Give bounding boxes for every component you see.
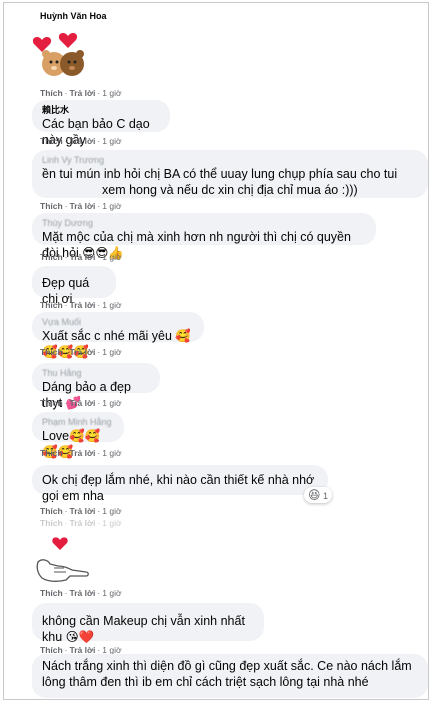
comment-bubble: 賴比水 Các bạn bảo C dạo này gầy	[32, 100, 170, 147]
reply-link[interactable]: Trả lời	[70, 252, 96, 262]
like-link[interactable]: Thích	[40, 518, 63, 528]
like-link[interactable]: Thích	[40, 88, 63, 98]
comment-time: 1 giờ	[102, 252, 122, 262]
comment-bubble: Vựa Muối Xuất sắc c nhé mãi yêu 🥰🥰🥰🥰	[32, 312, 204, 359]
reaction-count: 1	[323, 491, 329, 501]
comment-text: ền tui mún inb hỏi chị BA có thể uuay lu…	[42, 167, 398, 197]
comment-actions: Thích · Trả lời · 1 giờ	[40, 88, 122, 98]
comment-time: 1 giờ	[102, 588, 122, 598]
comment-actions: Thích · Trả lời · 1 giờ	[40, 448, 122, 458]
reply-link[interactable]: Trả lời	[70, 88, 96, 98]
reply-link[interactable]: Trả lời	[70, 518, 96, 528]
comment-bubble: Nách trắng xinh thì diện đồ gì cũng đẹp …	[32, 654, 428, 698]
like-link[interactable]: Thích	[40, 398, 63, 408]
bear-love-sticker	[32, 26, 94, 84]
comment-bubble: Đẹp quá chị ơi	[32, 266, 116, 306]
heart-hand-sticker	[32, 534, 94, 584]
comment-time: 1 giờ	[102, 398, 122, 408]
like-link[interactable]: Thích	[40, 252, 63, 262]
comment-time: 1 giờ	[102, 201, 122, 211]
comment-time: 1 giờ	[102, 506, 122, 516]
reply-link[interactable]: Trả lời	[70, 506, 96, 516]
like-link[interactable]: Thích	[40, 347, 63, 357]
comment-bubble: Ok chị đẹp lắm nhé, khi nào cần thiết kế…	[32, 465, 328, 503]
comment-text: không cần Makeup chị vẫn xinh nhất khu 😘…	[42, 614, 245, 644]
comment-time: 1 giờ	[102, 300, 122, 310]
comment-bubble: Phạm Minh Hằng Love🥰🥰🥰🥰	[32, 412, 124, 459]
like-link[interactable]: Thích	[40, 300, 63, 310]
reply-link[interactable]: Trả lời	[70, 347, 96, 357]
comment-bubble: Linh Vy Trương ền tui mún inb hỏi chị BA…	[32, 150, 428, 198]
comment-actions: Thích · Trả lời · 1 giờ	[40, 252, 122, 262]
reply-link[interactable]: Trả lời	[70, 398, 96, 408]
comment-author[interactable]: Thu Hằng	[42, 368, 150, 379]
comment-actions: Thích · Trả lời · 1 giờ	[40, 518, 122, 528]
comment-actions: Thích · Trả lời · 1 giờ	[40, 201, 122, 211]
comment-author[interactable]: Huỳnh Văn Hoa	[40, 11, 107, 22]
like-link[interactable]: Thích	[40, 588, 63, 598]
comment-text: Nách trắng xinh thì diện đồ gì cũng đẹp …	[42, 659, 412, 689]
comment-author[interactable]: 賴比水	[42, 105, 160, 116]
reply-link[interactable]: Trả lời	[70, 201, 96, 211]
comment-time: 1 giờ	[102, 88, 122, 98]
reaction-count-badge[interactable]: 😆 1	[304, 487, 333, 503]
haha-reaction-icon: 😆	[308, 488, 321, 502]
comment-actions: Thích · Trả lời · 1 giờ	[40, 300, 122, 310]
comment-time: 1 giờ	[102, 518, 122, 528]
comment-time: 1 giờ	[102, 448, 122, 458]
reply-link[interactable]: Trả lời	[70, 136, 96, 146]
reply-link[interactable]: Trả lời	[70, 448, 96, 458]
comment-bubble: không cần Makeup chị vẫn xinh nhất khu 😘…	[32, 603, 264, 644]
comment-actions: Thích · Trả lời · 1 giờ	[40, 136, 122, 146]
comment-author[interactable]: Phạm Minh Hằng	[42, 417, 114, 428]
comment-time: 1 giờ	[102, 347, 122, 357]
like-link[interactable]: Thích	[40, 136, 63, 146]
comment-bubble: Thu Hằng Dáng bảo a đẹp thyt 💕	[32, 363, 160, 410]
reply-link[interactable]: Trả lời	[70, 300, 96, 310]
like-link[interactable]: Thích	[40, 201, 63, 211]
like-link[interactable]: Thích	[40, 506, 63, 516]
comment-time: 1 giờ	[102, 136, 122, 146]
comment-text: Ok chị đẹp lắm nhé, khi nào cần thiết kế…	[42, 473, 315, 503]
comment-author[interactable]: Linh Vy Trương	[42, 155, 418, 166]
comment-bubble: Thùy Dương Mặt mộc của chị mà xinh hơn n…	[32, 213, 376, 260]
reply-link[interactable]: Trả lời	[70, 588, 96, 598]
comment-author[interactable]: Thùy Dương	[42, 218, 366, 229]
comment-actions: Thích · Trả lời · 1 giờ	[40, 347, 122, 357]
comment-actions: Thích · Trả lời · 1 giờ	[40, 588, 122, 598]
comment-actions: Thích · Trả lời · 1 giờ	[40, 506, 122, 516]
like-link[interactable]: Thích	[40, 448, 63, 458]
comment-actions: Thích · Trả lời · 1 giờ	[40, 398, 122, 408]
comment-author[interactable]: Vựa Muối	[42, 317, 194, 328]
